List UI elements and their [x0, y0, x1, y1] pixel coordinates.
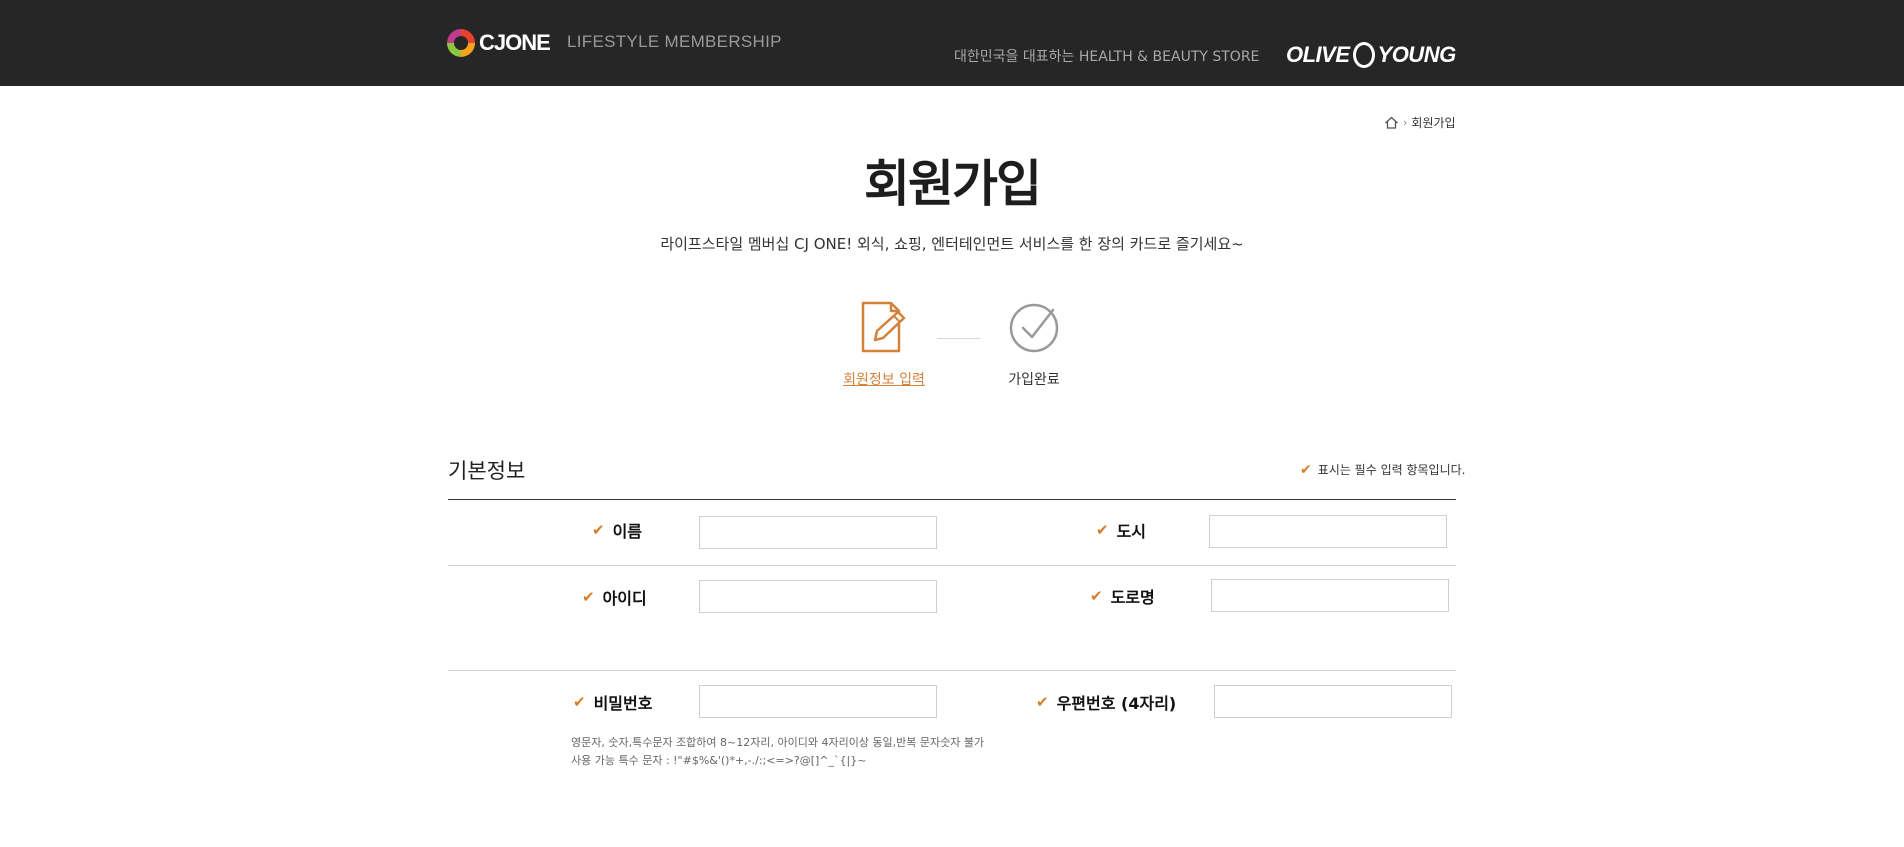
zip-label-text: 우편번호 (4자리) — [1056, 694, 1177, 713]
step-member-info: 회원정보 입력 — [840, 300, 928, 389]
cjone-logo[interactable]: CJONE — [447, 28, 551, 58]
id-label-text: 아이디 — [602, 589, 647, 608]
check-circle-icon — [1009, 303, 1059, 353]
city-input[interactable] — [1209, 515, 1447, 548]
edit-document-icon — [861, 301, 906, 353]
header-tagline: LIFESTYLE MEMBERSHIP — [567, 32, 782, 51]
store-tagline: 대한민국을 대표하는 HEALTH & BEAUTY STORE — [954, 49, 1260, 65]
password-hint-rule: 영문자, 숫자,특수문자 조합하여 8~12자리, 아이디와 4자리이상 동일,… — [571, 736, 985, 749]
breadcrumb-current: 회원가입 — [1411, 116, 1456, 130]
check-icon: ✔ — [582, 588, 595, 606]
oliveyoung-logo-left: OLIVE — [1286, 42, 1350, 67]
road-label-text: 도로명 — [1110, 588, 1155, 607]
password-label-text: 비밀번호 — [593, 694, 653, 713]
check-icon: ✔ — [573, 693, 586, 711]
check-icon: ✔ — [1036, 693, 1049, 711]
breadcrumb: › 회원가입 — [1384, 114, 1456, 131]
name-label: ✔ 이름 — [592, 518, 642, 542]
check-icon: ✔ — [1090, 587, 1103, 605]
password-input[interactable] — [699, 685, 937, 718]
section-divider — [448, 499, 1456, 500]
password-label: ✔ 비밀번호 — [573, 690, 652, 714]
password-hint-chars: 사용 가능 특수 문자 : !"#$%&'()*+,-./:;<=>?@[]^_… — [571, 754, 867, 767]
check-icon: ✔ — [1300, 461, 1312, 478]
cjone-logo-text: CJONE — [479, 30, 551, 55]
check-icon: ✔ — [1096, 521, 1109, 539]
page-title: 회원가입 — [864, 155, 1042, 213]
row-divider — [448, 565, 1456, 566]
oliveyoung-o-icon — [1352, 42, 1375, 68]
zip-input[interactable] — [1214, 685, 1452, 718]
id-label: ✔ 아이디 — [582, 585, 647, 609]
oliveyoung-logo-right: YOUNG — [1377, 42, 1457, 67]
name-label-text: 이름 — [612, 522, 643, 541]
road-label: ✔ 도로명 — [1090, 584, 1155, 608]
city-label: ✔ 도시 — [1096, 518, 1146, 542]
step-label-complete: 가입완료 — [1008, 372, 1060, 388]
chevron-right-icon: › — [1403, 116, 1408, 129]
page-subtitle: 라이프스타일 멤버십 CJ ONE! 외식, 쇼핑, 엔터테인먼트 서비스를 한… — [660, 235, 1244, 253]
required-note-text: 표시는 필수 입력 항목입니다. — [1317, 463, 1466, 477]
check-icon: ✔ — [592, 521, 605, 539]
top-header: CJONE LIFESTYLE MEMBERSHIP 대한민국을 대표하는 HE… — [0, 0, 1904, 86]
cjone-logo-icon — [447, 29, 475, 57]
row-divider — [448, 670, 1456, 671]
id-input[interactable] — [699, 580, 937, 613]
road-input[interactable] — [1211, 579, 1449, 612]
section-title: 기본정보 — [448, 459, 526, 483]
city-label-text: 도시 — [1116, 522, 1147, 541]
home-icon[interactable] — [1384, 116, 1399, 129]
step-label-member-info[interactable]: 회원정보 입력 — [840, 369, 928, 389]
required-note: ✔ 표시는 필수 입력 항목입니다. — [1300, 461, 1465, 478]
oliveyoung-logo[interactable]: OLIVE YOUNG — [1286, 42, 1456, 68]
zip-label: ✔ 우편번호 (4자리) — [1036, 690, 1176, 714]
name-input[interactable] — [699, 516, 937, 549]
step-complete: 가입완료 — [990, 300, 1078, 389]
step-connector — [937, 338, 980, 339]
